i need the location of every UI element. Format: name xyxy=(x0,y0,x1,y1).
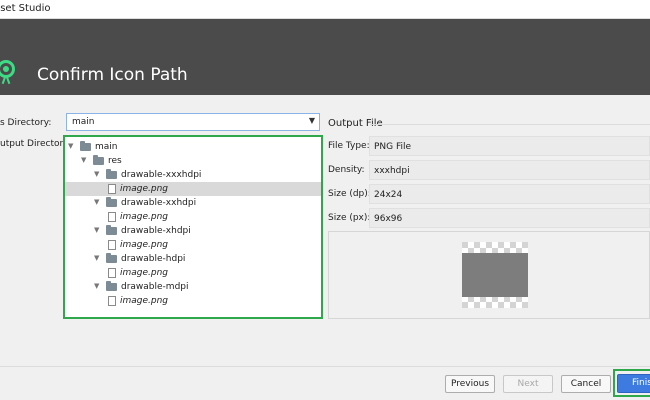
size-dp-row: Size (dp): 24x24 xyxy=(328,184,650,204)
expand-arrow-icon[interactable]: ▼ xyxy=(81,156,86,164)
expand-arrow-icon[interactable]: ▼ xyxy=(94,198,99,206)
res-directory-value: main xyxy=(72,117,95,127)
tree-file-row[interactable]: image.png xyxy=(65,210,321,224)
res-directory-select[interactable]: main ▼ xyxy=(66,113,320,131)
density-field: xxxhdpi xyxy=(369,160,650,180)
tree-folder-row[interactable]: ▼ drawable-xxxhdpi xyxy=(65,168,321,182)
expand-arrow-icon[interactable]: ▼ xyxy=(94,226,99,234)
android-studio-icon xyxy=(0,60,15,85)
expand-arrow-icon[interactable]: ▼ xyxy=(94,254,99,262)
file-icon xyxy=(108,240,116,250)
file-icon xyxy=(108,212,116,222)
size-dp-value: 24x24 xyxy=(374,190,403,200)
previous-button[interactable]: Previous xyxy=(445,375,495,393)
size-dp-label: Size (dp): xyxy=(328,189,371,199)
tree-item-label: drawable-xxxhdpi xyxy=(121,170,202,180)
tree-folder-row[interactable]: ▼ drawable-xhdpi xyxy=(65,224,321,238)
output-directories-tree[interactable]: ▼ main ▼ res ▼ drawable-xxxhdpi image.png ▼ draw… xyxy=(63,135,323,319)
tree-item-label: res xyxy=(108,156,122,166)
folder-icon xyxy=(106,169,117,179)
tree-item-label: image.png xyxy=(120,268,169,278)
size-px-label: Size (px): xyxy=(328,213,371,223)
tree-item-label: main xyxy=(95,142,118,152)
folder-icon xyxy=(80,141,91,151)
expand-arrow-icon[interactable]: ▼ xyxy=(94,170,99,178)
tree-folder-row[interactable]: ▼ main xyxy=(65,140,321,154)
folder-icon xyxy=(93,155,104,165)
tree-item-label: drawable-hdpi xyxy=(121,254,186,264)
file-type-label: File Type: xyxy=(328,141,370,151)
tree-item-label: image.png xyxy=(120,296,169,306)
folder-icon xyxy=(106,197,117,207)
tree-item-label: image.png xyxy=(120,184,169,194)
tree-folder-row[interactable]: ▼ drawable-xxhdpi xyxy=(65,196,321,210)
cancel-button[interactable]: Cancel xyxy=(561,375,611,393)
tree-file-row[interactable]: image.png xyxy=(65,266,321,280)
folder-icon xyxy=(106,281,117,291)
icon-preview-panel xyxy=(328,231,650,319)
file-type-value: PNG File xyxy=(374,142,412,152)
density-value: xxxhdpi xyxy=(374,166,410,176)
file-icon xyxy=(108,268,116,278)
folder-icon xyxy=(106,253,117,263)
tree-folder-row[interactable]: ▼ drawable-hdpi xyxy=(65,252,321,266)
wizard-banner: Confirm Icon Path xyxy=(0,19,650,95)
footer-divider xyxy=(0,366,650,367)
expand-arrow-icon[interactable]: ▼ xyxy=(68,142,73,150)
size-px-value: 96x96 xyxy=(374,214,403,224)
file-type-row: File Type: PNG File xyxy=(328,136,650,156)
density-row: Density: xxxhdpi xyxy=(328,160,650,180)
finish-button[interactable]: Finish xyxy=(617,374,650,393)
density-label: Density: xyxy=(328,165,365,175)
tree-file-row[interactable]: image.png xyxy=(65,294,321,308)
tree-item-label: drawable-xxhdpi xyxy=(121,198,197,208)
tree-item-label: image.png xyxy=(120,240,169,250)
chevron-down-icon: ▼ xyxy=(308,116,315,125)
tree-item-label: drawable-mdpi xyxy=(121,282,189,292)
file-icon xyxy=(108,296,116,306)
tree-folder-row[interactable]: ▼ drawable-mdpi xyxy=(65,280,321,294)
file-type-field: PNG File xyxy=(369,136,650,156)
next-button-label: Next xyxy=(517,379,539,389)
previous-button-label: Previous xyxy=(450,379,490,389)
tree-item-label: drawable-xhdpi xyxy=(121,226,191,236)
window-title: sset Studio xyxy=(0,3,51,14)
transparent-preview-image xyxy=(462,242,528,308)
section-divider xyxy=(370,124,650,125)
size-px-row: Size (px): 96x96 xyxy=(328,208,650,228)
tree-item-label: image.png xyxy=(120,212,169,222)
res-directory-label: s Directory: xyxy=(0,118,52,128)
page-title: Confirm Icon Path xyxy=(37,65,188,85)
size-px-field: 96x96 xyxy=(369,208,650,228)
next-button: Next xyxy=(503,375,553,393)
file-icon xyxy=(108,184,116,194)
cancel-button-label: Cancel xyxy=(570,379,602,389)
title-bar: sset Studio xyxy=(0,0,650,19)
expand-arrow-icon[interactable]: ▼ xyxy=(94,282,99,290)
finish-button-label: Finish xyxy=(632,378,650,388)
folder-icon xyxy=(106,225,117,235)
size-dp-field: 24x24 xyxy=(369,184,650,204)
tree-folder-row[interactable]: ▼ res xyxy=(65,154,321,168)
tree-file-row[interactable]: image.png xyxy=(65,182,321,196)
tree-file-row[interactable]: image.png xyxy=(65,238,321,252)
